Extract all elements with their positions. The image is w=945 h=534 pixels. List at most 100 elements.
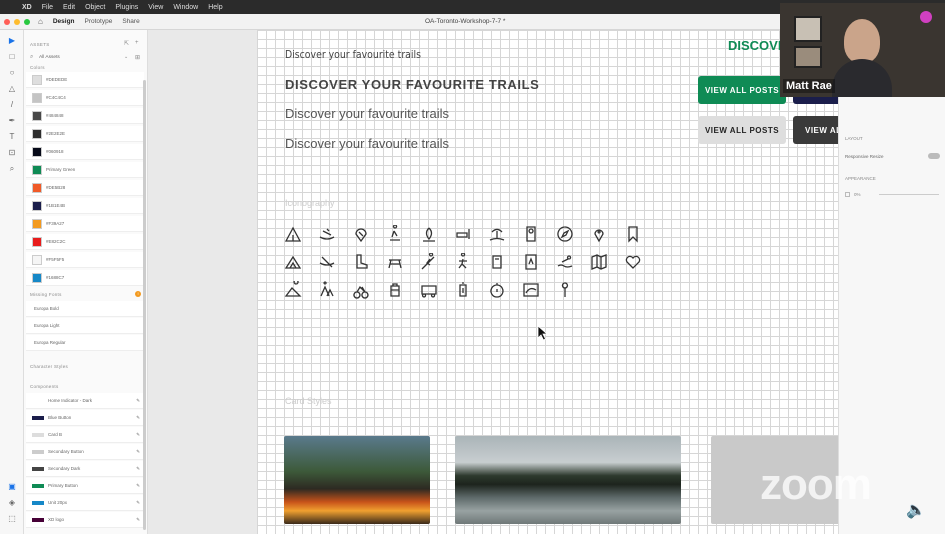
menu-app[interactable]: XD [22, 4, 32, 11]
marker-pin-icon[interactable] [556, 281, 574, 299]
gps-device-icon[interactable] [488, 253, 506, 271]
add-icon[interactable]: + [135, 40, 139, 46]
ellipse-tool-icon[interactable]: ○ [7, 68, 17, 78]
location-pin-icon[interactable] [352, 225, 370, 243]
artboard-tool-icon[interactable]: ⊡ [7, 148, 17, 158]
speaker-icon[interactable]: 🔈 [906, 500, 926, 520]
plugins-panel-icon[interactable]: ⬚ [7, 514, 17, 524]
camper-van-icon[interactable] [420, 281, 438, 299]
font-row[interactable]: Europa Light [26, 318, 144, 334]
edit-icon[interactable]: ✎ [136, 517, 140, 523]
island-icon[interactable] [488, 225, 506, 243]
color-swatch-row[interactable]: #060918 [26, 144, 144, 160]
export-icon[interactable]: ⇱ [124, 40, 129, 47]
color-swatch-row[interactable]: #F39A27 [26, 216, 144, 232]
runner-icon[interactable] [454, 252, 472, 271]
opacity-value[interactable]: 0% [854, 192, 861, 197]
color-swatch-row[interactable]: #F5F5F5 [26, 252, 144, 268]
hiking-boot-icon[interactable] [352, 253, 370, 271]
assets-filter[interactable]: All Assets [39, 55, 60, 60]
document-title[interactable]: OA-Toronto-Workshop-7-7 * [425, 18, 505, 25]
edit-icon[interactable]: ✎ [136, 432, 140, 438]
component-row[interactable]: XD logo ✎ [26, 512, 144, 528]
font-row[interactable]: Europa Regular [26, 335, 144, 351]
maximize-window-icon[interactable] [24, 18, 30, 25]
opacity-slider[interactable] [879, 194, 939, 195]
map-phone-icon[interactable] [522, 225, 540, 243]
color-swatch-row[interactable]: #C4C4C4 [26, 90, 144, 106]
component-row[interactable]: Secondary Dark ✎ [26, 461, 144, 477]
campfire-photo[interactable] [284, 436, 430, 524]
primary-button[interactable]: VIEW ALL POSTS [698, 76, 786, 104]
heading-small[interactable]: Discover your favourite trails [285, 48, 421, 61]
artboard[interactable]: Discover your favourite trails DISCOVER … [257, 30, 838, 534]
snorkel-icon[interactable] [454, 225, 472, 243]
component-row[interactable]: Unit 20px ✎ [26, 495, 144, 511]
assets-scrollbar[interactable] [143, 80, 146, 530]
color-swatch-row[interactable]: #2E2E2E [26, 126, 144, 142]
zoom-tool-icon[interactable]: ⌕ [7, 164, 17, 174]
component-row[interactable]: Secondary Button ✎ [26, 444, 144, 460]
trail-sign-icon[interactable] [522, 253, 540, 271]
edit-icon[interactable]: ✎ [136, 398, 140, 404]
color-swatch-row[interactable]: #DE5B28 [26, 180, 144, 196]
bookmark-icon[interactable] [624, 225, 642, 243]
hiker-icon[interactable] [386, 224, 404, 243]
heading-large[interactable]: Discover your favourite trails [285, 136, 449, 151]
lake-photo[interactable] [455, 436, 681, 524]
lantern-icon[interactable] [454, 281, 472, 299]
polygon-tool-icon[interactable]: △ [7, 84, 17, 94]
map-pin-icon[interactable] [590, 225, 608, 243]
canoe-icon[interactable] [318, 253, 336, 271]
menu-view[interactable]: View [148, 4, 163, 11]
home-icon[interactable]: ⌂ [38, 17, 43, 26]
edit-icon[interactable]: ✎ [136, 500, 140, 506]
component-row[interactable]: Blue Button ✎ [26, 410, 144, 426]
edit-icon[interactable]: ✎ [136, 466, 140, 472]
color-swatch-row[interactable]: #DEDEDE [26, 72, 144, 88]
component-row[interactable]: Home Indicator - Dark ✎ [26, 393, 144, 409]
secondary-dark-button[interactable]: VIEW AL [793, 116, 838, 144]
backpack-icon[interactable] [386, 281, 404, 299]
heart-icon[interactable] [624, 253, 642, 271]
assets-panel-icon[interactable]: ▣ [7, 482, 17, 492]
edit-icon[interactable]: ✎ [136, 449, 140, 455]
discover-green-text[interactable]: DISCOVE [728, 38, 787, 53]
mountain-pin-icon[interactable] [284, 279, 302, 299]
color-swatch-row[interactable]: #1B1E4B [26, 198, 144, 214]
heading-caps[interactable]: DISCOVER YOUR FAVOURITE TRAILS [285, 77, 539, 92]
rectangle-tool-icon[interactable]: □ [7, 52, 17, 62]
menu-object[interactable]: Object [85, 4, 105, 11]
pen-tool-icon[interactable]: ✒ [7, 116, 17, 126]
secondary-button[interactable]: VIEW ALL POSTS [698, 116, 786, 144]
stopwatch-icon[interactable] [488, 281, 506, 299]
tab-prototype[interactable]: Prototype [85, 18, 113, 25]
warning-icon[interactable]: ! [135, 291, 141, 297]
picnic-table-icon[interactable] [386, 253, 404, 271]
edit-icon[interactable]: ✎ [136, 415, 140, 421]
responsive-resize-toggle[interactable] [928, 153, 940, 159]
menu-plugins[interactable]: Plugins [115, 4, 138, 11]
menu-file[interactable]: File [42, 4, 53, 11]
bicycle-icon[interactable] [352, 281, 370, 299]
grid-view-icon[interactable]: ⊞ [135, 54, 140, 61]
color-swatch-row[interactable]: #484848 [26, 108, 144, 124]
minimize-window-icon[interactable] [14, 18, 20, 25]
tent-icon[interactable] [284, 225, 302, 243]
tab-design[interactable]: Design [53, 18, 75, 25]
component-row[interactable]: Primary Button ✎ [26, 478, 144, 494]
tab-share[interactable]: Share [122, 18, 139, 25]
color-swatch-row[interactable]: Primary Green [26, 162, 144, 178]
swimmer-icon[interactable] [556, 253, 574, 271]
heading-medium[interactable]: Discover your favourite trails [285, 106, 449, 121]
close-window-icon[interactable] [4, 18, 10, 25]
color-swatch-row[interactable]: #E82C2C [26, 234, 144, 250]
menu-window[interactable]: Window [173, 4, 198, 11]
color-swatch-row[interactable]: #1688C7 [26, 270, 144, 286]
tent-outline-icon[interactable] [284, 253, 302, 271]
menu-help[interactable]: Help [208, 4, 222, 11]
search-icon[interactable]: ⌕ [30, 54, 33, 61]
camping-group-icon[interactable] [318, 281, 336, 299]
select-tool-icon[interactable]: ▶ [7, 36, 17, 46]
layers-panel-icon[interactable]: ◈ [7, 498, 17, 508]
